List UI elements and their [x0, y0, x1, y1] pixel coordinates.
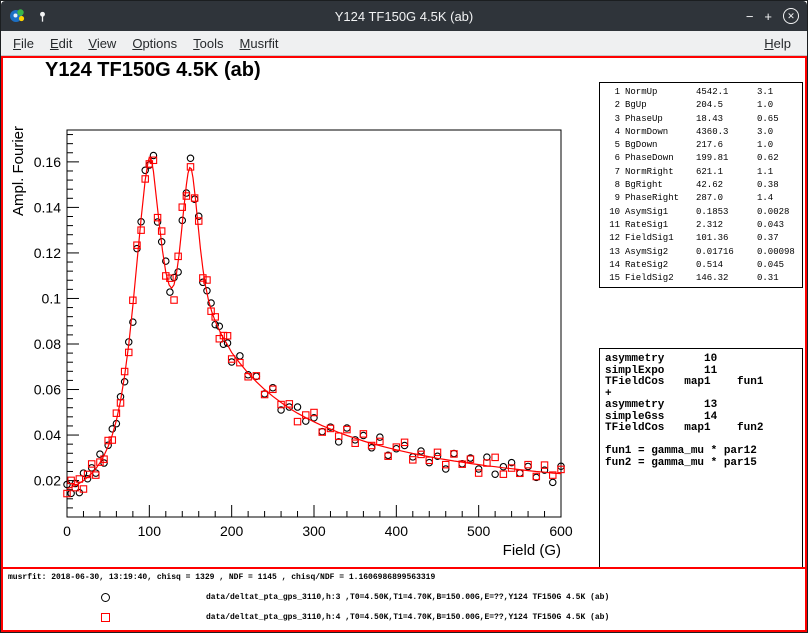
app-window: Y124 TF150G 4.5K (ab) − + ✕ File Edit Vi… — [0, 0, 808, 633]
param-row: 14RateSig20.5140.045 — [604, 259, 802, 272]
minimize-button[interactable]: − — [746, 10, 754, 23]
menu-file[interactable]: File — [5, 34, 42, 53]
menu-options[interactable]: Options — [124, 34, 185, 53]
menu-tools[interactable]: Tools — [185, 34, 231, 53]
svg-text:Ampl. Fourier: Ampl. Fourier — [10, 126, 27, 216]
svg-text:0.16: 0.16 — [34, 154, 61, 170]
legend-row-h3: data/deltat_pta_gps_3110,h:3 ,T0=4.50K,T… — [101, 593, 609, 602]
legend-marker-circle-icon — [101, 593, 110, 602]
param-row: 2BgUp204.51.0 — [604, 99, 802, 112]
root-canvas[interactable]: Y124 TF150G 4.5K (ab) 010020030040050060… — [1, 56, 807, 632]
legend-label-h4: data/deltat_pta_gps_3110,h:4 ,T0=4.50K,T… — [206, 613, 609, 622]
param-row: 3PhaseUp18.430.65 — [604, 113, 802, 126]
svg-text:0.14: 0.14 — [34, 199, 61, 215]
svg-text:300: 300 — [302, 523, 326, 539]
titlebar[interactable]: Y124 TF150G 4.5K (ab) − + ✕ — [1, 1, 807, 31]
close-button[interactable]: ✕ — [783, 8, 799, 24]
param-row: 5BgDown217.61.0 — [604, 139, 802, 152]
theory-box[interactable]: asymmetry 10 simplExpo 11 TFieldCos map1… — [599, 348, 803, 572]
legend-row-h4: data/deltat_pta_gps_3110,h:4 ,T0=4.50K,T… — [101, 613, 609, 622]
svg-text:500: 500 — [467, 523, 491, 539]
maximize-button[interactable]: + — [764, 10, 772, 23]
svg-text:200: 200 — [220, 523, 244, 539]
svg-text:0: 0 — [63, 523, 71, 539]
param-row: 1NormUp4542.13.1 — [604, 86, 802, 99]
svg-text:0.12: 0.12 — [34, 245, 61, 261]
svg-text:0.1: 0.1 — [42, 290, 62, 306]
fit-info: musrfit: 2018-06-30, 13:19:40, chisq = 1… — [8, 573, 435, 582]
menu-musrfit[interactable]: Musrfit — [232, 34, 287, 53]
svg-text:Field (G): Field (G) — [503, 542, 561, 559]
svg-text:400: 400 — [385, 523, 409, 539]
window-title: Y124 TF150G 4.5K (ab) — [1, 9, 807, 24]
param-row: 4NormDown4360.33.0 — [604, 126, 802, 139]
svg-text:0.04: 0.04 — [34, 427, 61, 443]
svg-text:0.08: 0.08 — [34, 336, 61, 352]
param-row: 13AsymSig20.017160.00098 — [604, 246, 802, 259]
param-row: 10AsymSig10.18530.0028 — [604, 206, 802, 219]
menu-view[interactable]: View — [80, 34, 124, 53]
param-row: 9PhaseRight287.01.4 — [604, 192, 802, 205]
param-row: 11RateSig12.3120.043 — [604, 219, 802, 232]
info-strip[interactable]: musrfit: 2018-06-30, 13:19:40, chisq = 1… — [3, 567, 805, 630]
param-row: 15FieldSig2146.320.31 — [604, 272, 802, 285]
menu-help[interactable]: Help — [756, 34, 799, 53]
app-icon[interactable] — [9, 7, 27, 25]
param-row: 8BgRight42.620.38 — [604, 179, 802, 192]
svg-text:600: 600 — [549, 523, 573, 539]
legend-marker-square-icon — [101, 613, 110, 622]
param-row: 6PhaseDown199.810.62 — [604, 152, 802, 165]
param-box[interactable]: 1NormUp4542.13.12BgUp204.51.03PhaseUp18.… — [599, 82, 803, 288]
menu-edit[interactable]: Edit — [42, 34, 80, 53]
svg-text:0.06: 0.06 — [34, 382, 61, 398]
window-controls: − + ✕ — [746, 8, 799, 24]
legend-label-h3: data/deltat_pta_gps_3110,h:3 ,T0=4.50K,T… — [206, 593, 609, 602]
menubar: File Edit View Options Tools Musrfit Hel… — [1, 31, 807, 56]
svg-text:0.02: 0.02 — [34, 473, 61, 489]
fourier-plot[interactable]: 0 100 200 300 400 500 600 0.02 0.04 0.06 0.08 0.1 0.… — [3, 58, 597, 570]
param-row: 12FieldSig1101.360.37 — [604, 232, 802, 245]
svg-text:100: 100 — [138, 523, 162, 539]
pin-icon[interactable] — [33, 7, 51, 25]
param-row: 7NormRight621.11.1 — [604, 166, 802, 179]
